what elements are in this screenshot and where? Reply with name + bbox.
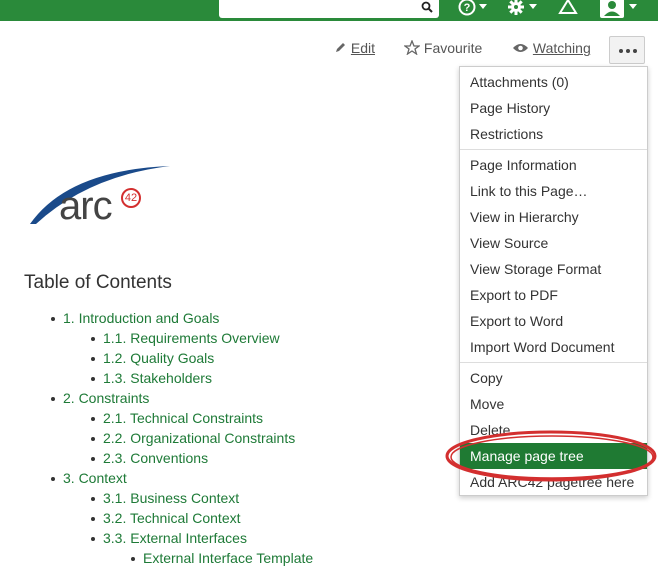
bullet xyxy=(51,397,55,401)
menu-item-export-pdf[interactable]: Export to PDF xyxy=(460,282,647,308)
more-dots-icon xyxy=(619,49,623,53)
menu-item-export-word[interactable]: Export to Word xyxy=(460,308,647,334)
menu-item-page-history[interactable]: Page History xyxy=(460,95,647,121)
notifications-button[interactable] xyxy=(558,0,578,16)
bullet xyxy=(91,537,95,541)
toc-link[interactable]: 1. Introduction and Goals xyxy=(63,310,219,326)
chevron-down-icon xyxy=(629,4,637,9)
help-icon: ? xyxy=(458,0,476,16)
toc-link[interactable]: 3. Context xyxy=(63,470,127,486)
notifications-icon xyxy=(558,0,578,14)
menu-divider xyxy=(460,362,647,363)
user-avatar-icon xyxy=(600,0,624,18)
bullet xyxy=(51,317,55,321)
arc42-logo: arc 42 xyxy=(28,162,178,232)
toc-link[interactable]: 2.2. Organizational Constraints xyxy=(103,430,295,446)
watching-label: Watching xyxy=(532,40,591,56)
chevron-down-icon xyxy=(529,4,537,9)
menu-divider xyxy=(460,149,647,150)
menu-item-view-source[interactable]: View Source xyxy=(460,230,647,256)
toc-link[interactable]: 1.3. Stakeholders xyxy=(103,370,212,386)
search-icon[interactable] xyxy=(421,1,433,13)
toc-title: Table of Contents xyxy=(24,272,172,293)
edit-button[interactable]: Edit xyxy=(334,40,375,56)
search-input[interactable] xyxy=(219,0,439,18)
more-dot xyxy=(633,49,637,53)
toc-link[interactable]: 2. Constraints xyxy=(63,390,149,406)
menu-item-attachments[interactable]: Attachments (0) xyxy=(460,69,647,95)
more-actions-button[interactable] xyxy=(609,36,645,64)
bullet xyxy=(91,437,95,441)
svg-text:?: ? xyxy=(464,2,471,14)
logo-badge: 42 xyxy=(121,188,141,208)
toc-link[interactable]: 1.1. Requirements Overview xyxy=(103,330,280,346)
eye-icon xyxy=(513,44,528,52)
bullet xyxy=(91,377,95,381)
toc-link[interactable]: 3.3. External Interfaces xyxy=(103,530,247,546)
bullet xyxy=(91,357,95,361)
edit-label: Edit xyxy=(350,40,376,56)
menu-item-move[interactable]: Move xyxy=(460,391,647,417)
bullet xyxy=(91,417,95,421)
menu-item-view-in-hierarchy[interactable]: View in Hierarchy xyxy=(460,204,647,230)
settings-icon xyxy=(508,0,524,15)
watching-button[interactable]: Watching xyxy=(512,40,591,56)
star-icon xyxy=(403,39,421,56)
menu-item-view-storage-format[interactable]: View Storage Format xyxy=(460,256,647,282)
highlight-ellipse xyxy=(445,430,657,482)
settings-menu[interactable] xyxy=(507,0,537,16)
toc-link[interactable]: 1.2. Quality Goals xyxy=(103,350,214,366)
favourite-label: Favourite xyxy=(423,40,483,56)
help-menu[interactable]: ? xyxy=(458,0,487,16)
toc-link[interactable]: 2.3. Conventions xyxy=(103,450,208,466)
more-dot xyxy=(626,49,630,53)
logo-text: arc xyxy=(59,184,113,228)
bullet xyxy=(51,477,55,481)
user-menu[interactable] xyxy=(600,0,637,18)
menu-item-link-to-page[interactable]: Link to this Page… xyxy=(460,178,647,204)
toc-link[interactable]: 2.1. Technical Constraints xyxy=(103,410,263,426)
chevron-down-icon xyxy=(479,4,487,9)
toc-link[interactable]: External Interface Template xyxy=(143,550,313,566)
menu-item-copy[interactable]: Copy xyxy=(460,365,647,391)
bullet xyxy=(91,457,95,461)
toc-link[interactable]: 3.1. Business Context xyxy=(103,490,239,506)
bullet xyxy=(91,497,95,501)
bullet xyxy=(91,517,95,521)
pencil-icon xyxy=(336,43,345,52)
menu-item-import-word[interactable]: Import Word Document xyxy=(460,334,647,360)
toc-link[interactable]: 3.2. Technical Context xyxy=(103,510,241,526)
top-navigation-bar: ? xyxy=(0,0,658,21)
favourite-button[interactable]: Favourite xyxy=(403,39,483,56)
menu-item-restrictions[interactable]: Restrictions xyxy=(460,121,647,147)
menu-item-page-information[interactable]: Page Information xyxy=(460,152,647,178)
bullet xyxy=(91,337,95,341)
bullet xyxy=(131,557,135,561)
